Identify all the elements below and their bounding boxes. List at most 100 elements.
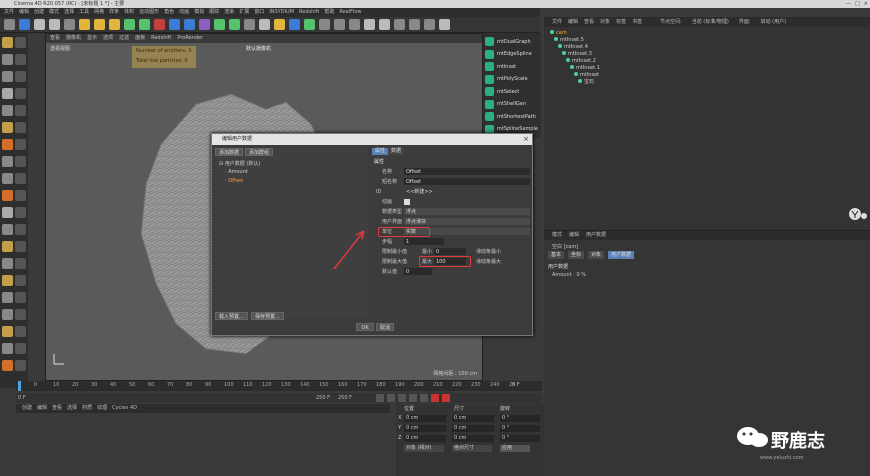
menu-15[interactable]: 扩展 (239, 8, 249, 17)
left-tool-icon-17[interactable] (2, 326, 13, 337)
attribute-menu-0[interactable]: 模式 (552, 231, 562, 240)
left-tool-icon-5[interactable] (2, 122, 13, 133)
interface-select[interactable]: 浮点滑块 (404, 218, 530, 225)
left-tool-icon-8[interactable] (2, 173, 13, 184)
tree-item-amount[interactable]: · Amount (225, 169, 248, 175)
toolbar-icon-1[interactable] (19, 19, 30, 30)
plugin-mtShellGen[interactable]: mtShellGen (485, 99, 540, 110)
object-menu-0[interactable]: 文件 (552, 17, 562, 27)
menu-12[interactable]: 模拟 (194, 8, 204, 17)
menu-4[interactable]: 选择 (64, 8, 74, 17)
rot-p-field[interactable]: 0 ° (500, 425, 540, 432)
object-宝石[interactable]: 宝石 (578, 79, 594, 86)
left-tool-icon-b-11[interactable] (15, 224, 26, 235)
left-tool-icon-14[interactable] (2, 275, 13, 286)
toolbar-icon-11[interactable] (169, 19, 180, 30)
left-tool-icon-b-3[interactable] (15, 88, 26, 99)
menu-17[interactable]: INSYDIUM (269, 8, 294, 17)
left-tool-icon-2[interactable] (2, 71, 13, 82)
left-tool-icon-b-0[interactable] (15, 37, 26, 48)
object-menu-4[interactable]: 标签 (616, 17, 626, 27)
timeline[interactable]: 0 10 20 30 40 50 60 70 80 90 100 110 120 130 140 150 160… (16, 381, 542, 391)
menu-14[interactable]: 渲染 (224, 8, 234, 17)
name-field[interactable]: Offset (404, 168, 530, 175)
left-tool-icon-b-5[interactable] (15, 122, 26, 133)
left-tool-icon-3[interactable] (2, 88, 13, 99)
left-tool-icon-b-10[interactable] (15, 207, 26, 218)
left-tool-icon-9[interactable] (2, 190, 13, 201)
toolbar-icon-20[interactable] (304, 19, 315, 30)
attribute-tab-3[interactable]: 用户数据 (608, 251, 635, 259)
end-frame-b[interactable]: 250 F (338, 393, 352, 403)
toolbar-icon-10[interactable] (154, 19, 165, 30)
left-tool-icon-11[interactable] (2, 224, 13, 235)
left-tool-icon-0[interactable] (2, 37, 13, 48)
viewport-menu-2[interactable]: 显示 (87, 34, 97, 43)
material-menu-5[interactable]: 纹理 (97, 404, 107, 413)
material-menu-6[interactable]: Cycles 4D (112, 404, 137, 413)
material-menu-2[interactable]: 查看 (52, 404, 62, 413)
plugin-mtPolyScale[interactable]: mtPolyScale (485, 74, 540, 85)
size-x-field[interactable]: 0 cm (452, 415, 494, 422)
material-menu-1[interactable]: 编辑 (37, 404, 47, 413)
toolbar-icon-18[interactable] (274, 19, 285, 30)
menu-7[interactable]: 样条 (109, 8, 119, 17)
menu-0[interactable]: 文件 (4, 8, 14, 17)
attribute-tab-0[interactable]: 基本 (548, 251, 565, 259)
plugin-mtEdgeSpline[interactable]: mtEdgeSpline (485, 49, 540, 60)
object-mtInset.3[interactable]: mtInset.3 (562, 51, 592, 58)
material-menu-3[interactable]: 选择 (67, 404, 77, 413)
toolbar-icon-27[interactable] (409, 19, 420, 30)
save-preset-button[interactable]: 保存预置... (251, 312, 284, 320)
menu-9[interactable]: 运动图形 (139, 8, 159, 17)
close-button[interactable]: × (864, 0, 868, 8)
left-tool-icon-b-17[interactable] (15, 326, 26, 337)
menu-18[interactable]: Redshift (299, 8, 319, 17)
node-space-value[interactable]: 当前 (标准/物理) (692, 17, 729, 27)
left-tool-icon-b-14[interactable] (15, 275, 26, 286)
size-y-field[interactable]: 0 cm (452, 425, 494, 432)
cancel-button[interactable]: 取消 (376, 323, 394, 331)
material-menu-0[interactable]: 创建 (22, 404, 32, 413)
viewport-menu-4[interactable]: 过滤 (119, 34, 129, 43)
toolbar-icon-26[interactable] (394, 19, 405, 30)
toolbar-icon-29[interactable] (439, 19, 450, 30)
toolbar-icon-4[interactable] (64, 19, 75, 30)
start-frame[interactable]: 0 F (18, 393, 26, 403)
rot-b-field[interactable]: 0 ° (500, 435, 540, 442)
add-group-button[interactable]: 添加群组 (245, 148, 274, 156)
viewport-menu-5[interactable]: 面板 (135, 34, 145, 43)
toolbar-icon-8[interactable] (124, 19, 135, 30)
first-frame-icon[interactable] (376, 394, 384, 402)
left-tool-icon-19[interactable] (2, 360, 13, 371)
data-type-select[interactable]: 浮点 (404, 208, 530, 215)
object-mtInset.1[interactable]: mtInset.1 (570, 65, 600, 72)
object-mtInset.5[interactable]: mtInset.5 (554, 37, 584, 44)
coord-mode-select[interactable]: 对象 (相对) (404, 445, 444, 452)
toolbar-icon-19[interactable] (289, 19, 300, 30)
viewport-menu-3[interactable]: 选项 (103, 34, 113, 43)
dialog-close-icon[interactable]: × (523, 134, 529, 145)
toolbar-icon-25[interactable] (379, 19, 390, 30)
left-tool-icon-b-8[interactable] (15, 173, 26, 184)
apply-button[interactable]: 应用 (500, 445, 530, 452)
ok-button[interactable]: OK (356, 323, 374, 331)
last-frame-icon[interactable] (420, 394, 428, 402)
menu-19[interactable]: 帮助 (324, 8, 334, 17)
attribute-tab-2[interactable]: 对象 (588, 251, 605, 259)
playhead[interactable] (18, 381, 21, 391)
prev-frame-icon[interactable] (387, 394, 395, 402)
tree-root[interactable]: ⊟ 用户数据 (默认) (219, 160, 260, 167)
plugin-mtSelect[interactable]: mtSelect (485, 86, 540, 97)
menu-2[interactable]: 创建 (34, 8, 44, 17)
animatable-checkbox[interactable] (404, 199, 410, 205)
tab-data[interactable]: 数据 (388, 148, 405, 155)
left-tool-icon-4[interactable] (2, 105, 13, 116)
toolbar-icon-7[interactable] (109, 19, 120, 30)
toolbar-icon-24[interactable] (364, 19, 375, 30)
layout-value[interactable]: 启动 (用户) (761, 17, 787, 27)
load-preset-button[interactable]: 载入预置... (215, 312, 248, 320)
menu-3[interactable]: 模式 (49, 8, 59, 17)
menu-10[interactable]: 角色 (164, 8, 174, 17)
object-mtInset.4[interactable]: mtInset.4 (558, 44, 588, 51)
